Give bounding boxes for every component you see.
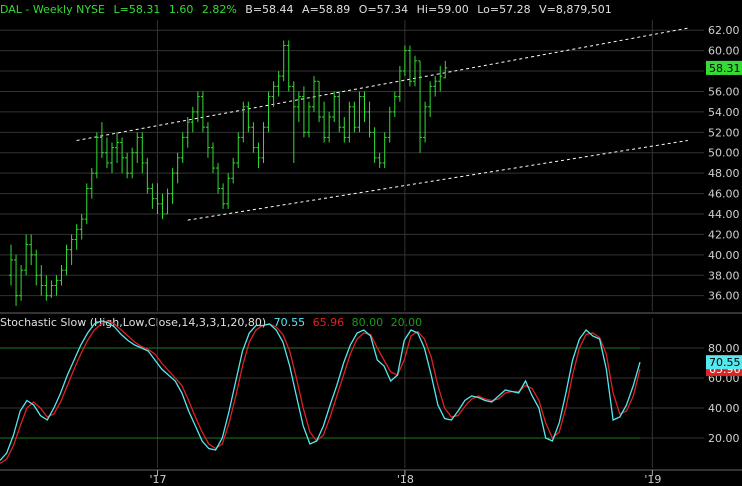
ohlc-bar [402,45,407,77]
price-tick-label: 38.00 [708,269,740,282]
ohlc-bar [69,234,74,266]
ohlc-bar [221,183,226,209]
ohlc-bar [94,132,99,179]
ohlc-bar [216,162,221,194]
stoch-tick-label: 40.00 [708,402,740,415]
price-tick-label: 40.00 [708,249,740,262]
ohlc-bar [327,111,332,143]
ohlc-bar [39,265,44,296]
time-tick-label: '18 [397,473,414,486]
ohlc-bar [74,224,79,250]
ohlc-bar [362,91,367,123]
ohlc-bar [226,173,231,209]
ohlc-bar [89,168,94,199]
price-tick-label: 46.00 [708,188,740,201]
ohlc-bar [49,280,54,298]
ohlc-bar [246,101,251,133]
ohlc-bar [443,60,448,79]
price-tick-label: 60.00 [708,45,740,58]
ohlc-bar [332,91,337,123]
ohlc-bar [256,142,261,169]
ohlc-bar [145,157,150,194]
ohlc-bar [135,132,140,163]
ohlc-bar [180,132,185,163]
ohlc-bar [296,91,301,123]
ohlc-bar [382,132,387,169]
price-tick-label: 42.00 [708,228,740,241]
ohlc-bar [312,76,316,112]
price-tick-label: 56.00 [708,85,740,98]
ohlc-bar [64,244,69,276]
ohlc-bar [392,91,397,117]
price-tick-label: 36.00 [708,290,740,303]
ohlc-bar [14,254,19,306]
ohlc-bar [84,183,89,225]
ohlc-bar [54,275,59,296]
ohlc-bar [110,142,114,174]
ohlc-bar [44,275,49,301]
ohlc-bar [342,117,347,143]
stoch-tick-label: 80.00 [708,342,740,355]
price-tick-label: 48.00 [708,167,740,180]
stoch-k-line [0,320,641,461]
ohlc-bar [125,152,130,179]
ohlc-bar [281,40,286,82]
ohlc-bar [165,188,170,215]
ohlc-bar [322,101,327,143]
ohlc-bar [236,132,241,169]
ohlc-bar [9,244,13,286]
ohlc-bar [433,76,438,97]
ohlc-bar [79,214,84,240]
ohlc-bar [347,101,352,143]
stoch-tick-label: 20.00 [708,432,740,445]
ohlc-bar [211,142,215,174]
stock-chart[interactable]: 36.00 38.00 40.00 42.00 44.00 46.00 48.00 50.00… [0,0,742,486]
ohlc-bar [195,91,200,123]
channel-trendline [76,27,688,141]
price-panel: 36.00 38.00 40.00 42.00 44.00 46.00 48.00 50.00… [0,20,742,314]
time-tick-label: '17 [149,473,166,486]
ohlc-bar [291,81,296,163]
ohlc-bar [231,157,236,184]
time-axis: '17 '18 '19 [0,469,742,486]
stoch-d-line [0,320,641,465]
ohlc-bar [271,81,276,107]
ohlc-bar [438,65,443,92]
ohlc-bar [276,71,281,97]
ohlc-bar [352,101,357,133]
price-tick-label: 54.00 [708,106,740,119]
ohlc-bar [29,234,34,266]
ohlc-bar [286,40,291,92]
ohlc-bar [377,152,382,169]
ohlc-bar [150,183,155,209]
ohlc-bar [241,101,246,143]
ohlc-bar [160,193,165,220]
ohlc-bar [423,101,428,143]
ohlc-bar [251,122,256,153]
ohlc-bar [115,132,120,163]
ohlc-bar [175,152,180,184]
last-price-tag-label: 58.31 [709,62,741,75]
price-tick-label: 50.00 [708,147,740,160]
ohlc-bar [155,183,160,214]
k-value-tag-label: 70.55 [709,356,741,369]
ohlc-bar [261,122,266,163]
price-tick-label: 44.00 [708,208,740,221]
ohlc-bar [407,45,412,87]
ohlc-bar [130,147,135,179]
time-tick-label: '19 [644,473,661,486]
ohlc-bar [317,80,322,123]
price-tick-label: 52.00 [708,126,740,139]
ohlc-bar [120,137,125,174]
stochastic-panel: 20.0040.0060.0080.0065.9670.55 [0,318,742,468]
price-tick-label: 62.00 [708,24,740,37]
ohlc-bar [418,60,423,153]
